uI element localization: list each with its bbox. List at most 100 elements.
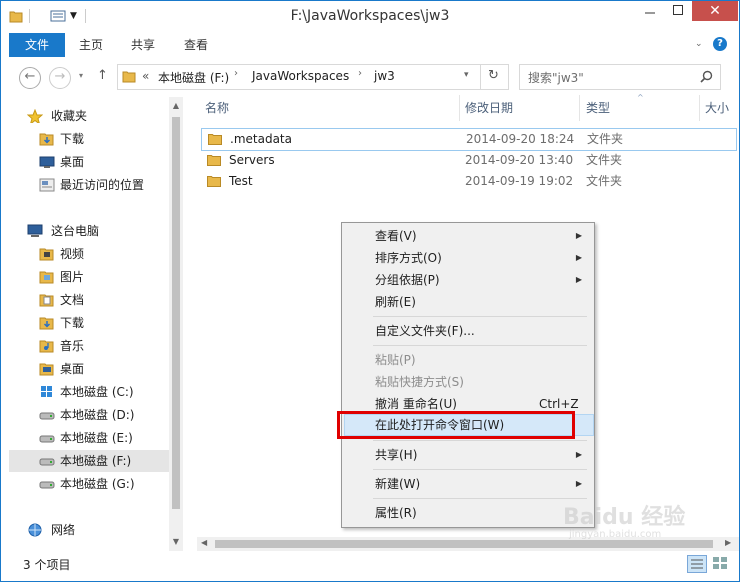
menu-item-label: 排序方式(O) (375, 251, 442, 265)
watermark-url: jingyan.baidu.com (569, 529, 662, 540)
menu-item-label: 属性(R) (375, 506, 417, 520)
back-arrow-icon: ← (24, 69, 36, 84)
breadcrumb-separator-icon[interactable]: › (234, 68, 238, 79)
up-button[interactable]: ↑ (97, 68, 108, 83)
context-menu: 查看(V) ▶ 排序方式(O) ▶ 分组依据(P) ▶ 刷新(E) 自定义文件夹(F)… (341, 222, 595, 528)
address-bar[interactable]: « 本地磁盘 (F:) › JavaWorkspaces › jw3 ▾ ↻ (117, 64, 509, 90)
menu-item-sort-by[interactable]: 排序方式(O) ▶ (344, 247, 592, 269)
sidebar-item-drive-d[interactable]: 本地磁盘 (D:) (9, 404, 169, 426)
file-name: Servers (229, 153, 275, 167)
folder-icon (208, 134, 222, 145)
sidebar-item-downloads[interactable]: 下载 (9, 128, 169, 150)
scroll-left-icon[interactable]: ◀ (201, 538, 207, 547)
maximize-button[interactable] (664, 1, 692, 21)
tab-view[interactable]: 查看 (184, 33, 208, 57)
recent-locations-icon[interactable]: ▾ (79, 71, 83, 80)
breadcrumb-separator-icon[interactable]: › (358, 68, 362, 79)
menu-item-share[interactable]: 共享(H) ▶ (344, 444, 592, 466)
menu-item-customize-folder[interactable]: 自定义文件夹(F)... (344, 320, 592, 342)
menu-item-refresh[interactable]: 刷新(E) (344, 291, 592, 313)
address-dropdown-icon[interactable]: ▾ (464, 70, 469, 80)
downloads-folder-icon (39, 133, 54, 146)
column-divider[interactable] (699, 95, 700, 121)
sidebar-item-network[interactable]: 网络 (9, 519, 169, 541)
navigation-bar: ← → ▾ ↑ « 本地磁盘 (F:) › JavaWorkspaces › j… (1, 59, 739, 95)
address-divider (480, 65, 481, 89)
menu-separator (373, 498, 587, 499)
large-icons-view-icon[interactable] (711, 555, 729, 571)
sidebar-item-downloads-pc[interactable]: 下载 (9, 312, 169, 334)
column-header-name[interactable]: 名称 (205, 95, 229, 121)
expand-ribbon-icon[interactable]: ⌄ (695, 39, 703, 49)
sidebar-item-documents[interactable]: 文档 (9, 289, 169, 311)
desktop-folder-icon (39, 363, 54, 376)
file-row[interactable]: Test 2014-09-19 19:02 文件夹 (201, 171, 735, 192)
file-row[interactable]: Servers 2014-09-20 13:40 文件夹 (201, 150, 735, 171)
sort-ascending-icon: ^ (637, 93, 644, 102)
menu-item-label: 自定义文件夹(F)... (375, 324, 475, 338)
submenu-arrow-icon: ▶ (575, 275, 582, 284)
minimize-icon (645, 12, 655, 14)
watermark-brand: Baidu 经验 (563, 505, 686, 530)
breadcrumb-overflow[interactable]: « (142, 69, 149, 83)
forward-button[interactable]: → (49, 67, 71, 89)
sidebar-item-recent-places[interactable]: 最近访问的位置 (9, 174, 169, 196)
column-header-date[interactable]: 修改日期 (465, 95, 513, 121)
tab-home[interactable]: 主页 (79, 33, 103, 57)
search-input[interactable]: 搜索"jw3" (528, 69, 584, 86)
submenu-arrow-icon: ▶ (575, 479, 582, 488)
menu-item-label: 分组依据(P) (375, 273, 440, 287)
scroll-down-icon[interactable]: ▼ (171, 537, 181, 546)
sidebar-item-this-pc[interactable]: 这台电脑 (9, 220, 169, 242)
sidebar-item-drive-f[interactable]: 本地磁盘 (F:) (9, 450, 169, 472)
column-divider[interactable] (459, 95, 460, 121)
sidebar-item-music[interactable]: 音乐 (9, 335, 169, 357)
column-header-type[interactable]: 类型 (586, 95, 610, 121)
sidebar-scrollbar[interactable]: ▲ ▼ (169, 97, 183, 551)
menu-item-properties[interactable]: 属性(R) (344, 502, 592, 524)
close-button[interactable]: ✕ (692, 1, 738, 21)
minimize-button[interactable] (636, 1, 664, 21)
menu-separator (373, 469, 587, 470)
forward-arrow-icon: → (54, 69, 66, 84)
file-date: 2014-09-19 19:02 (465, 174, 574, 188)
sidebar-item-desktop-pc[interactable]: 桌面 (9, 358, 169, 380)
pictures-folder-icon (39, 271, 54, 284)
menu-separator (373, 316, 587, 317)
column-divider[interactable] (579, 95, 580, 121)
sidebar-item-drive-e[interactable]: 本地磁盘 (E:) (9, 427, 169, 449)
scroll-up-icon[interactable]: ▲ (171, 101, 181, 110)
desktop-icon (39, 156, 55, 168)
folder-icon (122, 71, 136, 83)
sidebar-label: 本地磁盘 (D:) (60, 408, 135, 422)
back-button[interactable]: ← (19, 67, 41, 89)
sidebar-item-drive-c[interactable]: 本地磁盘 (C:) (9, 381, 169, 403)
column-header-size[interactable]: 大小 (705, 95, 729, 121)
help-icon[interactable]: ? (713, 37, 727, 51)
breadcrumb-javaworkspaces[interactable]: JavaWorkspaces (252, 69, 349, 83)
search-icon[interactable] (700, 70, 713, 83)
tab-file[interactable]: 文件 (9, 33, 65, 57)
breadcrumb-drive-f[interactable]: 本地磁盘 (F:) (158, 69, 229, 86)
sidebar-item-videos[interactable]: 视频 (9, 243, 169, 265)
sidebar-item-desktop[interactable]: 桌面 (9, 151, 169, 173)
windows-drive-icon (41, 386, 52, 397)
videos-folder-icon (39, 248, 54, 261)
sidebar-item-pictures[interactable]: 图片 (9, 266, 169, 288)
computer-icon (27, 224, 43, 237)
search-box[interactable]: 搜索"jw3" (519, 64, 721, 90)
menu-item-view[interactable]: 查看(V) ▶ (344, 225, 592, 247)
menu-item-new[interactable]: 新建(W) ▶ (344, 473, 592, 495)
tab-share[interactable]: 共享 (131, 33, 155, 57)
sidebar-item-drive-g[interactable]: 本地磁盘 (G:) (9, 473, 169, 495)
sidebar-label: 本地磁盘 (C:) (60, 385, 134, 399)
breadcrumb-jw3[interactable]: jw3 (374, 69, 395, 83)
sidebar-item-favorites[interactable]: 收藏夹 (9, 105, 169, 127)
refresh-icon[interactable]: ↻ (488, 68, 499, 83)
scroll-thumb[interactable] (172, 117, 180, 509)
menu-item-group-by[interactable]: 分组依据(P) ▶ (344, 269, 592, 291)
file-row[interactable]: .metadata 2014-09-20 18:24 文件夹 (201, 128, 737, 151)
file-date: 2014-09-20 13:40 (465, 153, 574, 167)
details-view-icon[interactable] (687, 555, 707, 573)
sidebar-label: 本地磁盘 (F:) (60, 454, 132, 468)
